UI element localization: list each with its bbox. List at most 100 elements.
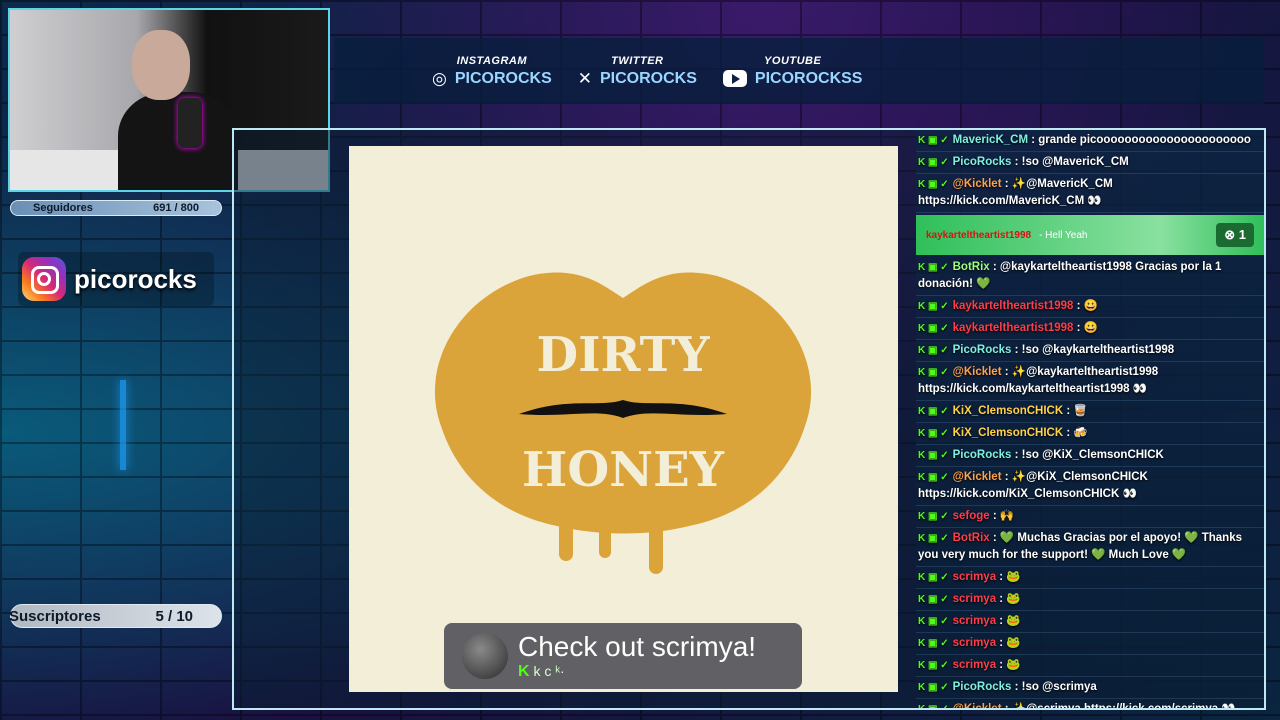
chat-message: K ▣ ✓ BotRix : 💚 Muchas Gracias por el ap… xyxy=(916,528,1264,567)
chat-message: K ▣ ✓ BotRix : @kaykarteltheartist1998 Gr… xyxy=(916,257,1264,296)
kick-brand-text: k c ᵏ· xyxy=(533,663,565,679)
chat-message: K ▣ ✓ kaykarteltheartist1998 : 😀 xyxy=(916,318,1264,340)
chat-text: : 🍻 xyxy=(1066,427,1088,439)
chat-badge-icon: K ▣ ✓ xyxy=(918,472,949,483)
logo-top-word: DIRTY xyxy=(536,327,710,383)
chat-message: K ▣ ✓ @Kicklet : ✨@KiX_ClemsonCHICK https… xyxy=(916,467,1264,506)
chat-badge-icon: K ▣ ✓ xyxy=(918,594,949,605)
social-twitter[interactable]: TWITTER ✕ PICOROCKS xyxy=(578,55,697,88)
chat-username[interactable]: PicoRocks xyxy=(953,156,1012,168)
chat-username[interactable]: scrimya xyxy=(953,615,996,627)
chat-badge-icon: K ▣ ✓ xyxy=(918,406,949,417)
donation-amount-value: 1 xyxy=(1238,227,1246,242)
drip xyxy=(599,528,611,558)
chat-badge-icon: K ▣ ✓ xyxy=(918,345,949,356)
chat-text: : !so @scrimya xyxy=(1014,681,1097,693)
chat-text: : !so @kaykarteltheartist1998 xyxy=(1014,344,1175,356)
drip xyxy=(559,521,573,561)
chat-username[interactable]: KiX_ClemsonCHICK xyxy=(953,427,1064,439)
chat-username[interactable]: scrimya xyxy=(953,659,996,671)
chat-message: K ▣ ✓ PicoRocks : !so @kaykarteltheartist… xyxy=(916,340,1264,362)
instagram-icon: ◎ xyxy=(432,69,447,88)
chat-badge-icon: K ▣ ✓ xyxy=(918,572,949,583)
chat-message: K ▣ ✓ @Kicklet : ✨@scrimya https://kick.c… xyxy=(916,699,1264,708)
social-youtube[interactable]: YOUTUBE PICOROCKSS xyxy=(722,54,863,88)
x-icon: ✕ xyxy=(577,69,592,88)
toast-title: Check out scrimya! xyxy=(518,631,757,662)
chat-panel[interactable]: K ▣ ✓ MavericK_CM : grande picooooooooooo… xyxy=(916,130,1264,708)
neon-strip xyxy=(120,380,126,470)
chat-text: : !so @KiX_ClemsonCHICK xyxy=(1014,449,1164,461)
social-handle: PICOROCKS xyxy=(454,69,552,87)
chat-message: K ▣ ✓ kaykarteltheartist1998 : 😀 xyxy=(916,296,1264,318)
chat-username[interactable]: KiX_ClemsonCHICK xyxy=(953,405,1064,417)
youtube-icon xyxy=(722,70,747,87)
chat-username[interactable]: @Kicklet xyxy=(953,178,1002,190)
avatar xyxy=(462,633,508,679)
donation-message: - Hell Yeah xyxy=(1039,229,1088,241)
chat-badge-icon: K ▣ ✓ xyxy=(918,511,949,522)
chat-message: K ▣ ✓ KiX_ClemsonCHICK : 🍻 xyxy=(916,423,1264,445)
chat-text: : 🐸 xyxy=(999,659,1021,671)
chat-text: : 🐸 xyxy=(999,615,1021,627)
chat-username[interactable]: scrimya xyxy=(953,593,996,605)
subscribers-goal-bar: Suscriptores 5 / 10 xyxy=(9,604,222,628)
chat-text: : ✨@scrimya https://kick.com/scrimya 👀 xyxy=(1005,703,1236,708)
subscribers-value: 5 / 10 xyxy=(155,607,193,625)
chat-badge-icon: K ▣ ✓ xyxy=(918,660,949,671)
chat-badge-icon: K ▣ ✓ xyxy=(918,157,949,168)
social-label: INSTAGRAM xyxy=(456,54,528,67)
followers-value: 691 / 800 xyxy=(153,202,199,214)
chat-username[interactable]: @Kicklet xyxy=(953,703,1002,708)
chat-username[interactable]: MavericK_CM xyxy=(953,134,1028,146)
kick-icon: K xyxy=(518,663,530,680)
chat-text: : 😀 xyxy=(1076,300,1098,312)
chat-message: K ▣ ✓ scrimya : 🐸 xyxy=(916,611,1264,633)
followers-label: Seguidores xyxy=(33,202,93,214)
chat-badge-icon: K ▣ ✓ xyxy=(918,450,949,461)
chat-text: : 🐸 xyxy=(999,593,1021,605)
chat-message: K ▣ ✓ @Kicklet : ✨@kaykarteltheartist1998… xyxy=(916,362,1264,401)
social-handle: PICOROCKSS xyxy=(754,69,863,87)
lips-logo: DIRTY HONEY xyxy=(434,272,812,574)
chat-badge-icon: K ▣ ✓ xyxy=(918,616,949,627)
chat-text: : grande picoooooooooooooooooooooo xyxy=(1031,134,1251,146)
kick-brand: K k c ᵏ· xyxy=(518,663,756,681)
social-label: TWITTER xyxy=(611,54,664,67)
chat-username[interactable]: PicoRocks xyxy=(953,449,1012,461)
subscribers-label: Suscriptores xyxy=(9,607,101,625)
chat-message: K ▣ ✓ @Kicklet : ✨@MavericK_CM https://ki… xyxy=(916,174,1264,213)
drip xyxy=(649,524,663,574)
microphone xyxy=(178,98,202,148)
chat-badge-icon: K ▣ ✓ xyxy=(918,367,949,378)
chat-username[interactable]: kaykarteltheartist1998 xyxy=(953,322,1074,334)
chat-badge-icon: K ▣ ✓ xyxy=(918,682,949,693)
chat-username[interactable]: kaykarteltheartist1998 xyxy=(953,300,1074,312)
chat-badge-icon: K ▣ ✓ xyxy=(918,428,949,439)
chat-message: K ▣ ✓ sefoge : 🙌 xyxy=(916,506,1264,528)
chat-message: K ▣ ✓ PicoRocks : !so @KiX_ClemsonCHICK xyxy=(916,445,1264,467)
chat-username[interactable]: @Kicklet xyxy=(953,366,1002,378)
chat-message: K ▣ ✓ PicoRocks : !so @MavericK_CM xyxy=(916,152,1264,174)
logo-bottom-word: HONEY xyxy=(522,442,725,498)
chat-username[interactable]: BotRix xyxy=(953,532,990,544)
social-handle: PICOROCKS xyxy=(600,69,697,87)
chat-username[interactable]: PicoRocks xyxy=(953,344,1012,356)
album-art: DIRTY HONEY xyxy=(349,146,898,692)
streamer-head xyxy=(132,30,190,100)
chat-username[interactable]: @Kicklet xyxy=(953,471,1002,483)
chat-username[interactable]: scrimya xyxy=(953,637,996,649)
chat-message: K ▣ ✓ scrimya : 🐸 xyxy=(916,655,1264,677)
chat-username[interactable]: sefoge xyxy=(953,510,990,522)
chat-username[interactable]: PicoRocks xyxy=(953,681,1012,693)
donation-alert: kaykarteltheartist1998 - Hell Yeah ⊗ 1 xyxy=(916,215,1264,255)
chat-badge-icon: K ▣ ✓ xyxy=(918,262,949,273)
chat-text: : !so @MavericK_CM xyxy=(1014,156,1129,168)
chat-username[interactable]: scrimya xyxy=(953,571,996,583)
social-links-bar: INSTAGRAM ◎ PICOROCKS TWITTER ✕ PICOROCK… xyxy=(334,38,1264,104)
chat-text: : 😀 xyxy=(1076,322,1098,334)
chat-message: K ▣ ✓ scrimya : 🐸 xyxy=(916,589,1264,611)
social-label: YOUTUBE xyxy=(764,54,822,67)
chat-username[interactable]: BotRix xyxy=(953,261,990,273)
social-instagram[interactable]: INSTAGRAM ◎ PICOROCKS xyxy=(432,55,552,88)
